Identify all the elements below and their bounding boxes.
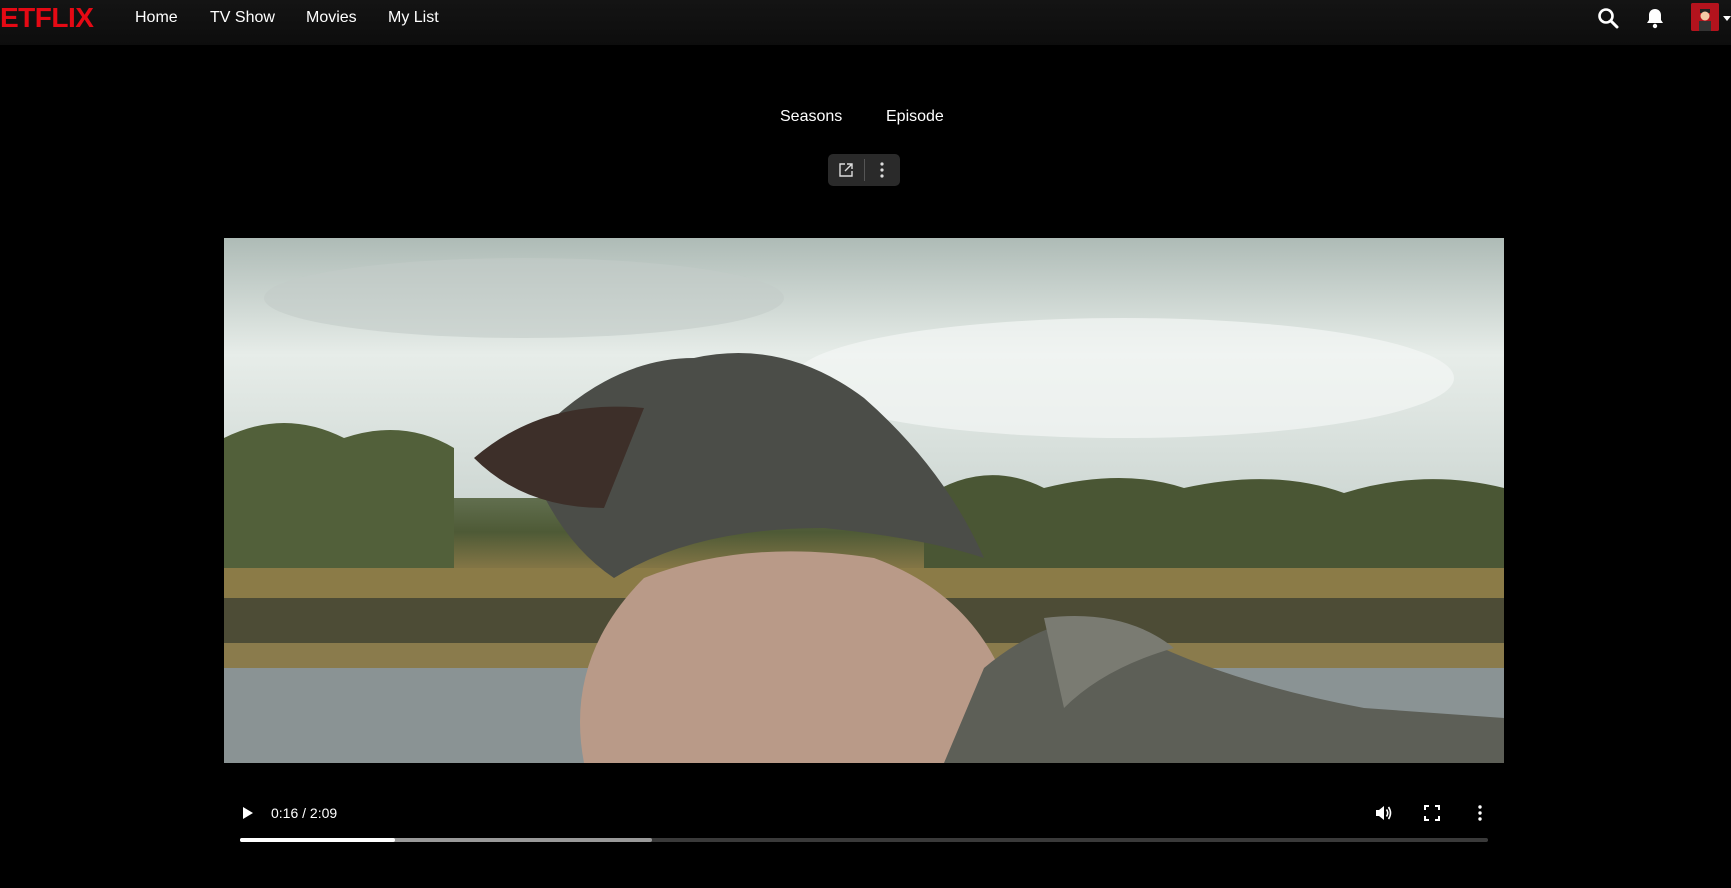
nav-link-home[interactable]: Home <box>135 9 178 27</box>
video-controls: 0:16 / 2:09 <box>224 788 1504 848</box>
tab-seasons[interactable]: Seasons <box>780 108 842 126</box>
fullscreen-icon[interactable] <box>1424 805 1440 826</box>
avatar[interactable] <box>1691 3 1719 31</box>
video-frame-image <box>224 238 1504 763</box>
logo[interactable]: ETFLIX <box>0 4 94 32</box>
progress-bar[interactable] <box>240 838 1488 842</box>
video-player[interactable] <box>224 238 1504 763</box>
more-vertical-icon[interactable] <box>864 154 900 186</box>
progress-played <box>240 838 395 842</box>
tab-episode[interactable]: Episode <box>886 108 944 126</box>
bell-icon[interactable] <box>1645 7 1665 34</box>
nav-link-my-list[interactable]: My List <box>388 9 439 27</box>
time-display: 0:16 / 2:09 <box>271 805 338 821</box>
nav-link-movies[interactable]: Movies <box>306 9 357 27</box>
play-icon[interactable] <box>242 806 254 825</box>
chevron-down-icon[interactable] <box>1723 16 1731 21</box>
more-vertical-icon[interactable] <box>1478 805 1482 826</box>
top-nav: ETFLIX Home TV Show Movies My List <box>0 0 1731 45</box>
nav-link-tv-show[interactable]: TV Show <box>210 9 275 27</box>
open-external-icon[interactable] <box>828 154 864 186</box>
volume-icon[interactable] <box>1374 804 1392 827</box>
mini-toolbar <box>828 154 900 186</box>
search-icon[interactable] <box>1597 7 1619 34</box>
